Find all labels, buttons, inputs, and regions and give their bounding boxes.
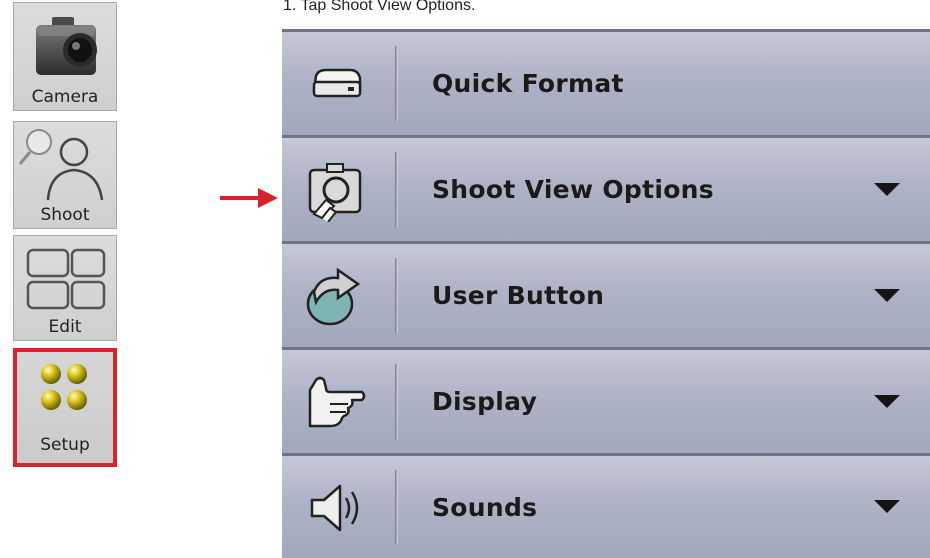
- menu-item-label: User Button: [432, 281, 605, 310]
- row-divider: [395, 46, 398, 121]
- instruction-text: 1. Tap Shoot View Options.: [283, 0, 476, 14]
- setup-dots-icon: [41, 364, 87, 410]
- shoot-view-icon: [308, 163, 362, 222]
- menu-item-quick-format[interactable]: Quick Format: [282, 29, 930, 135]
- edit-panels-icon: [26, 248, 106, 310]
- speaker-icon: [310, 484, 359, 532]
- menu-item-display[interactable]: Display: [282, 347, 930, 453]
- row-divider: [395, 364, 398, 439]
- row-divider: [395, 470, 398, 544]
- tool-edit-button[interactable]: Edit: [13, 235, 117, 341]
- user-button-icon: [306, 267, 361, 326]
- chevron-down-icon[interactable]: [874, 182, 900, 196]
- menu-item-label: Sounds: [432, 492, 538, 522]
- red-arrow-icon: [220, 188, 278, 208]
- menu-item-sounds[interactable]: Sounds: [282, 453, 930, 558]
- chevron-down-icon[interactable]: [874, 288, 900, 302]
- tool-camera-button[interactable]: Camera: [13, 2, 117, 111]
- menu-item-label: Quick Format: [432, 69, 624, 98]
- tool-setup-button[interactable]: Setup: [13, 348, 117, 467]
- chevron-down-icon[interactable]: [874, 500, 900, 513]
- tool-label: Edit: [48, 317, 82, 337]
- menu-item-user-button[interactable]: User Button: [282, 241, 930, 347]
- tool-label: Setup: [40, 435, 90, 455]
- camera-icon: [36, 17, 97, 75]
- tool-shoot-button[interactable]: Shoot: [13, 121, 117, 229]
- person-icon: [18, 129, 104, 201]
- pointing-hand-icon: [308, 376, 366, 428]
- tool-label: Shoot: [40, 205, 90, 225]
- menu-item-shoot-view-options[interactable]: Shoot View Options: [282, 135, 930, 241]
- tool-label: Camera: [31, 87, 99, 107]
- setup-menu: Quick Format Shoot View Options User But…: [282, 29, 930, 558]
- menu-item-label: Display: [432, 387, 538, 416]
- row-divider: [395, 258, 398, 333]
- drive-icon: [312, 68, 362, 98]
- menu-item-label: Shoot View Options: [432, 175, 714, 204]
- row-divider: [395, 152, 398, 227]
- chevron-down-icon[interactable]: [874, 394, 900, 408]
